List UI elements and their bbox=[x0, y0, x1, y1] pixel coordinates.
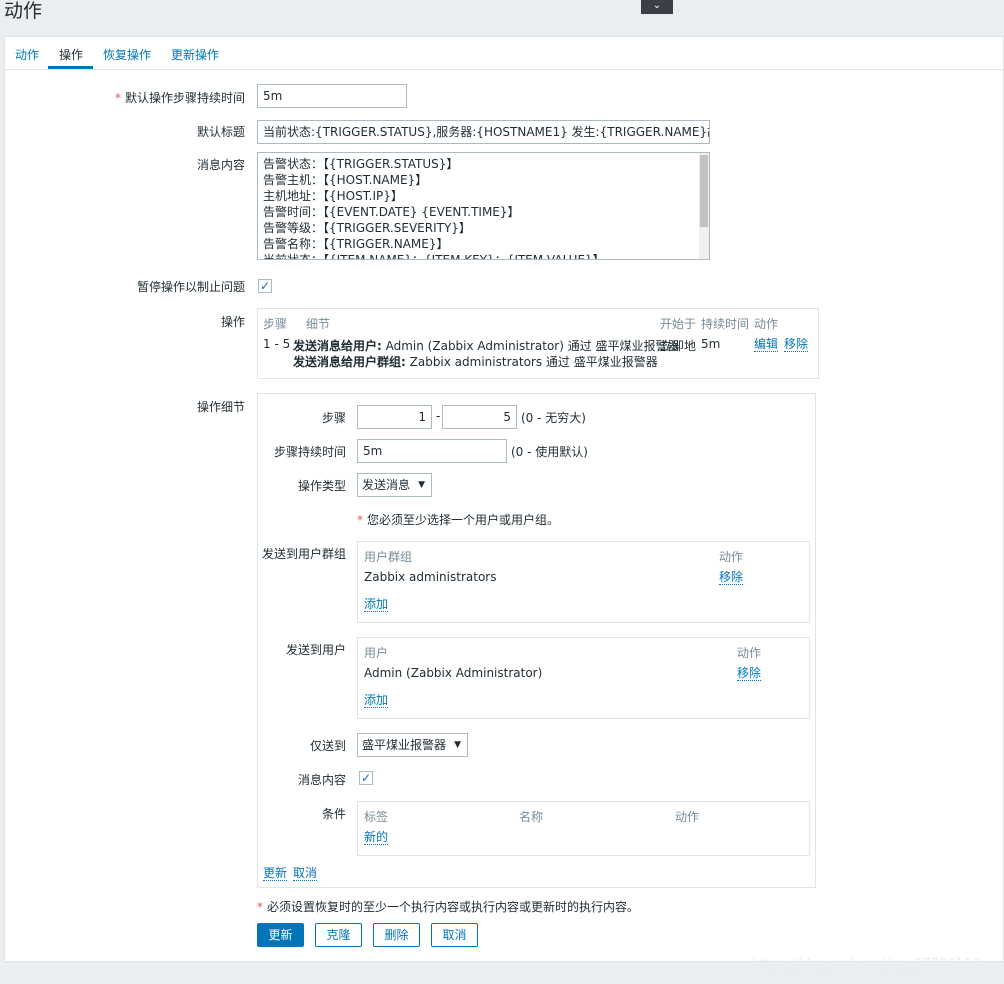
col-user: 用户 bbox=[364, 646, 389, 660]
textarea-scrollbar[interactable] bbox=[699, 153, 709, 259]
send-to-groups-label: 发送到用户群组 bbox=[261, 547, 346, 561]
col-steps: 步骤 bbox=[263, 317, 288, 331]
message-label: 消息内容 bbox=[196, 158, 245, 172]
tab-bar: 动作 操作 恢复操作 更新操作 bbox=[5, 37, 1004, 70]
active-tab-indicator bbox=[48, 66, 93, 69]
check-icon: ✓ bbox=[259, 279, 271, 293]
col-user-group: 用户群组 bbox=[364, 550, 413, 564]
op-start-in: 立即地 bbox=[660, 339, 697, 353]
op-duration: 5m bbox=[701, 337, 721, 351]
page-title: 动作 bbox=[4, 0, 43, 22]
col-condition-name: 名称 bbox=[519, 810, 544, 824]
default-step-duration-input[interactable]: 5m bbox=[257, 84, 407, 108]
required-note: * 您必须至少选择一个用户或用户组。 bbox=[357, 513, 560, 527]
operation-details-box: 步骤 1 - 5 (0 - 无穷大) 步骤持续时间 5m (0 - 使用默认) … bbox=[257, 393, 816, 888]
add-user-link[interactable]: 添加 bbox=[364, 693, 389, 708]
conditions-label: 条件 bbox=[321, 807, 346, 821]
message-line: 当前状态：【{ITEM.NAME}：{ITEM.KEY}：{ITEM.VALUE… bbox=[263, 253, 605, 260]
operation-type-select[interactable]: 发送消息 ▼ bbox=[357, 473, 432, 497]
tab-operations[interactable]: 操作 bbox=[59, 46, 83, 63]
col-group-action: 动作 bbox=[719, 550, 744, 564]
cancel-operation-link[interactable]: 取消 bbox=[293, 866, 318, 881]
default-message-checkbox[interactable]: ✓ bbox=[359, 771, 373, 785]
send-only-to-label: 仅送到 bbox=[309, 739, 346, 753]
scrollbar-thumb[interactable] bbox=[700, 155, 708, 227]
add-group-link[interactable]: 添加 bbox=[364, 597, 389, 612]
message-line: 告警时间：【{EVENT.DATE} {EVENT.TIME}】 bbox=[263, 205, 520, 219]
update-operation-link[interactable]: 更新 bbox=[263, 866, 288, 881]
message-line: 告警主机：【{HOST.NAME}】 bbox=[263, 173, 428, 187]
header-bar: 动作 ⌄ bbox=[0, 0, 1004, 26]
pause-checkbox[interactable]: ✓ bbox=[258, 279, 272, 293]
tab-recovery-operations[interactable]: 恢复操作 bbox=[103, 46, 151, 63]
message-line: 告警状态：【{TRIGGER.STATUS}】 bbox=[263, 157, 459, 171]
col-details: 细节 bbox=[306, 317, 331, 331]
op-steps: 1 - 5 bbox=[263, 337, 291, 351]
step-duration-input[interactable]: 5m bbox=[357, 439, 507, 463]
default-step-duration-label: * 默认操作步骤持续时间 bbox=[114, 91, 245, 105]
user-group-name: Zabbix administrators bbox=[364, 570, 497, 584]
operation-type-label: 操作类型 bbox=[297, 479, 346, 493]
default-message-label: 消息内容 bbox=[297, 773, 346, 787]
message-line: 主机地址：【{HOST.IP}】 bbox=[263, 189, 403, 203]
message-line: 告警名称：【{TRIGGER.NAME}】 bbox=[263, 237, 449, 251]
default-subject-label: 默认标题 bbox=[196, 125, 245, 139]
step-duration-hint: (0 - 使用默认) bbox=[511, 445, 588, 459]
op-detail-group: 发送消息给用户群组: Zabbix administrators 通过 盛平煤业… bbox=[293, 355, 658, 369]
watermark: https://blog.csdn.net/qq_37796113 bbox=[752, 957, 981, 972]
op-detail-user: 发送消息给用户: Admin (Zabbix Administrator) 通过… bbox=[293, 339, 680, 353]
col-action: 动作 bbox=[754, 317, 779, 331]
remove-user-link[interactable]: 移除 bbox=[737, 666, 762, 681]
operations-table: 步骤 细节 开始于 持续时间 动作 1 - 5 发送消息给用户: Admin (… bbox=[257, 308, 819, 379]
col-duration: 持续时间 bbox=[701, 317, 750, 331]
delete-button[interactable]: 删除 bbox=[373, 923, 420, 947]
form-panel: 动作 操作 恢复操作 更新操作 * 默认操作步骤持续时间 5m 默认标题 当前状态… bbox=[4, 36, 1004, 962]
dropdown-arrow-icon: ▼ bbox=[418, 480, 425, 490]
steps-separator: - bbox=[436, 409, 441, 423]
col-user-action: 动作 bbox=[737, 646, 762, 660]
edit-operation-link[interactable]: 编辑 bbox=[754, 337, 779, 352]
remove-group-link[interactable]: 移除 bbox=[719, 570, 744, 585]
steps-hint: (0 - 无穷大) bbox=[521, 411, 586, 425]
pause-label: 暂停操作以制止问题 bbox=[136, 280, 245, 294]
col-condition-action: 动作 bbox=[675, 810, 700, 824]
cancel-button[interactable]: 取消 bbox=[431, 923, 478, 947]
col-start-in: 开始于 bbox=[660, 317, 697, 331]
footer-required-note: * 必须设置恢复时的至少一个执行内容或执行内容或更新时的执行内容。 bbox=[257, 900, 640, 914]
clone-button[interactable]: 克隆 bbox=[315, 923, 362, 947]
operations-label: 操作 bbox=[220, 315, 245, 329]
conditions-table: 标签 名称 动作 新的 bbox=[357, 801, 810, 856]
check-icon: ✓ bbox=[360, 771, 372, 785]
new-condition-link[interactable]: 新的 bbox=[364, 830, 389, 845]
step-duration-label: 步骤持续时间 bbox=[273, 445, 346, 459]
tab-update-operations[interactable]: 更新操作 bbox=[171, 46, 219, 63]
user-groups-table: 用户群组 动作 Zabbix administrators 移除 添加 bbox=[357, 541, 810, 623]
steps-from-input[interactable]: 1 bbox=[357, 405, 432, 429]
col-condition-label: 标签 bbox=[364, 810, 389, 824]
tab-action[interactable]: 动作 bbox=[15, 46, 39, 63]
user-name: Admin (Zabbix Administrator) bbox=[364, 666, 543, 680]
chevron-down-icon[interactable]: ⌄ bbox=[641, 0, 673, 14]
remove-operation-link[interactable]: 移除 bbox=[784, 337, 809, 352]
default-subject-input[interactable]: 当前状态:{TRIGGER.STATUS},服务器:{HOSTNAME1} 发生… bbox=[257, 120, 710, 144]
message-line: 告警等级：【{TRIGGER.SEVERITY}】 bbox=[263, 221, 471, 235]
dropdown-arrow-icon: ▼ bbox=[454, 740, 461, 750]
send-only-to-select[interactable]: 盛平煤业报警器 ▼ bbox=[357, 733, 468, 757]
message-textarea[interactable]: 告警状态：【{TRIGGER.STATUS}】 告警主机：【{HOST.NAME… bbox=[257, 152, 710, 260]
operation-details-label: 操作细节 bbox=[196, 400, 245, 414]
update-button[interactable]: 更新 bbox=[257, 923, 304, 947]
users-table: 用户 动作 Admin (Zabbix Administrator) 移除 添加 bbox=[357, 637, 810, 719]
steps-label: 步骤 bbox=[321, 411, 346, 425]
send-to-users-label: 发送到用户 bbox=[285, 643, 346, 657]
steps-to-input[interactable]: 5 bbox=[442, 405, 517, 429]
